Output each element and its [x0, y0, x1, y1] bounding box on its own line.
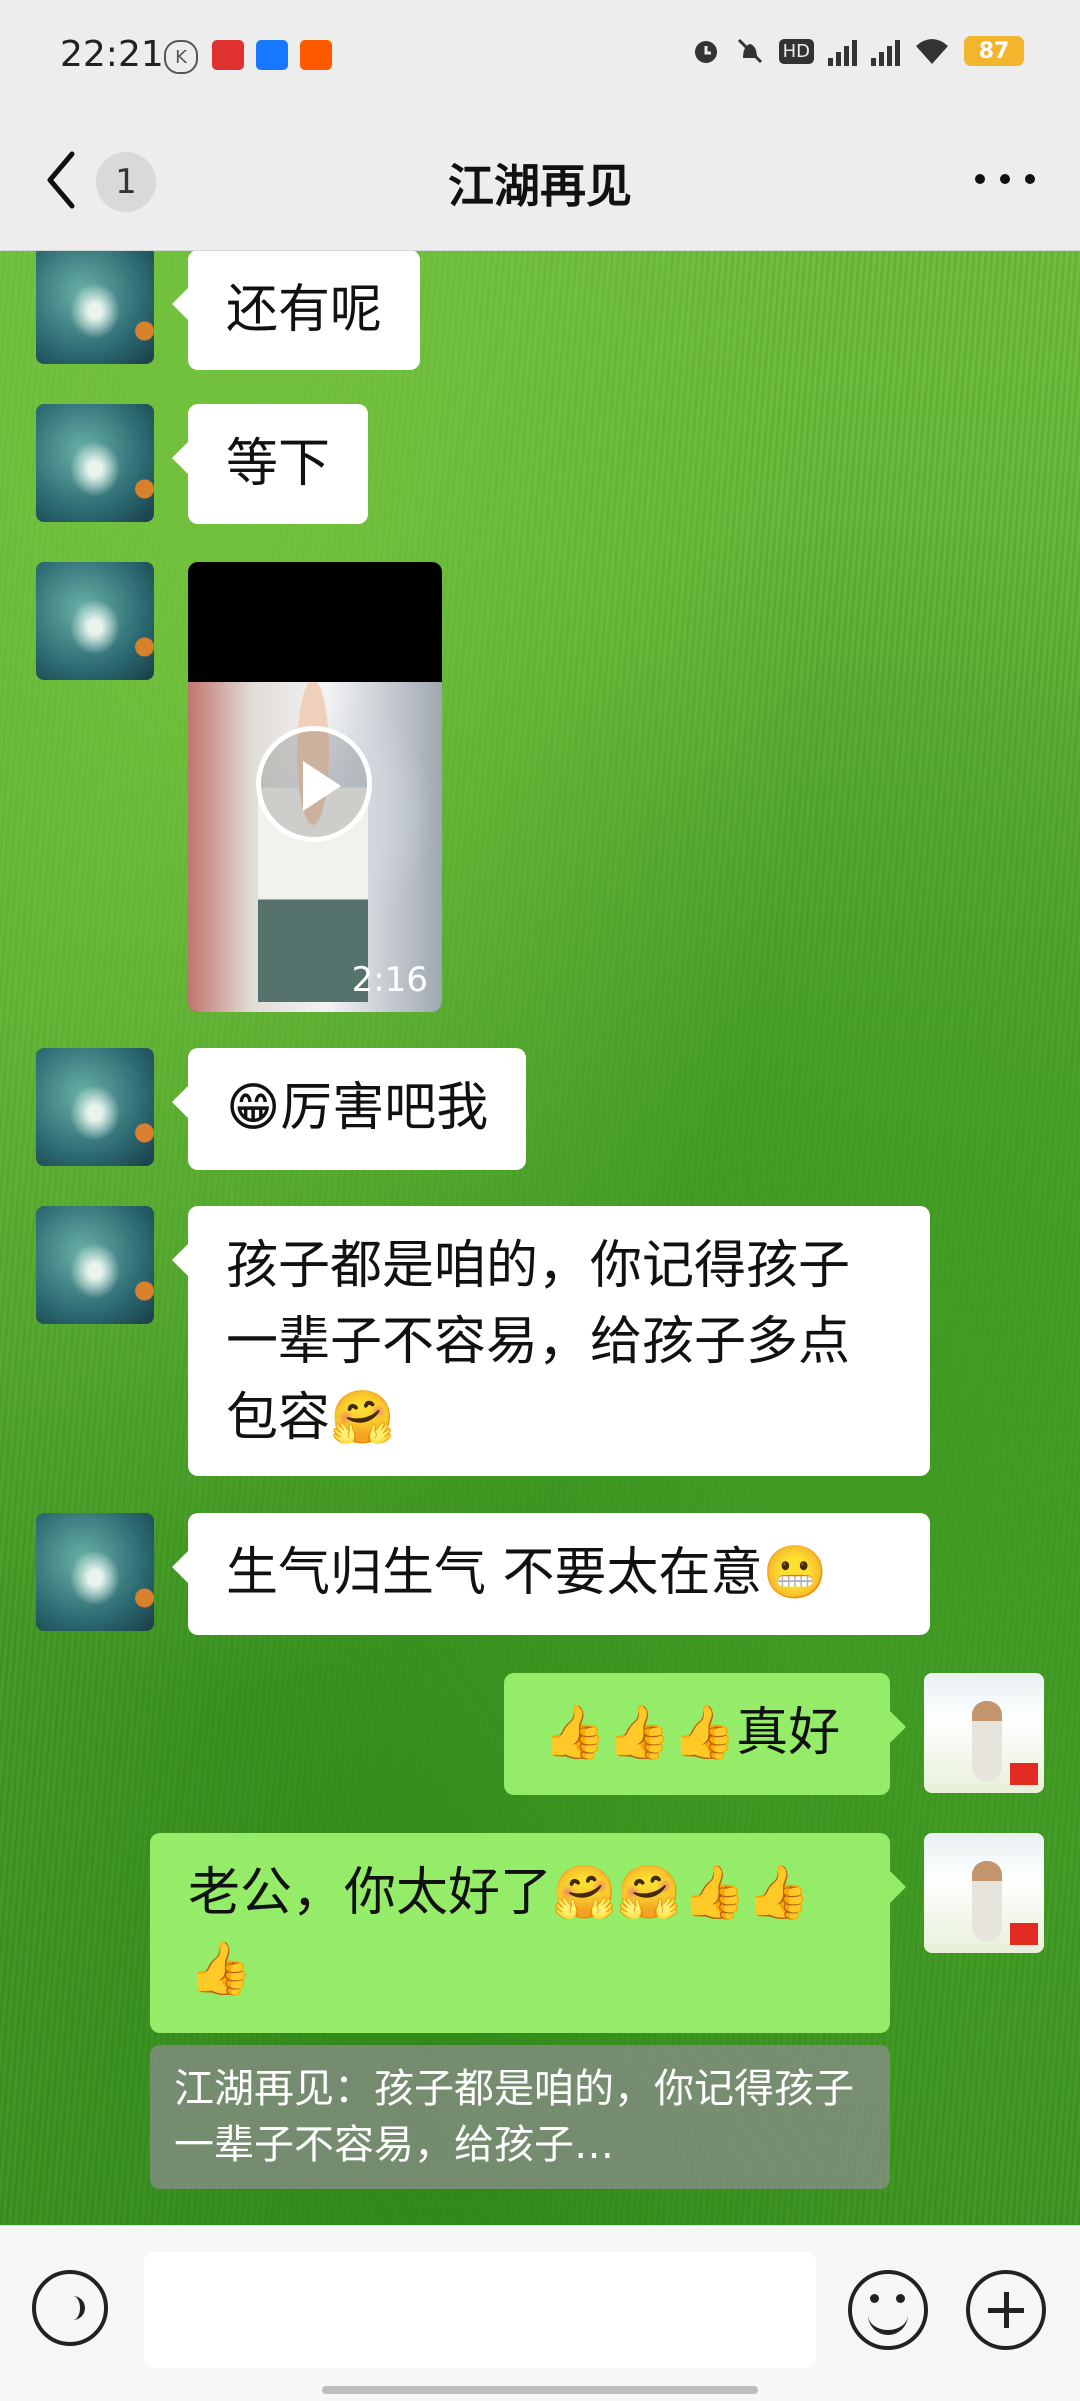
signal-5g-1-icon	[828, 36, 857, 66]
alipay-app-icon	[256, 40, 288, 70]
taobao-app-icon	[300, 40, 332, 70]
message-bubble[interactable]: 等下	[171, 404, 369, 524]
alarm-icon	[694, 41, 717, 63]
my-avatar[interactable]	[924, 1833, 1044, 1953]
message-bubble[interactable]: 孩子都是咱的，你记得孩子一辈子不容易，给孩子多点包容🤗	[172, 1206, 930, 1476]
emoji-icon[interactable]	[848, 2270, 928, 2350]
message-input[interactable]	[144, 2252, 816, 2368]
chat-title: 江湖再见	[448, 159, 632, 213]
plus-icon[interactable]	[966, 2270, 1046, 2350]
battery-icon: 87	[964, 36, 1024, 66]
toutiao-app-icon	[212, 40, 244, 70]
video-duration: 2:16	[351, 960, 428, 1000]
k-app-icon: K	[164, 40, 198, 74]
voice-input-icon[interactable]	[32, 2270, 108, 2346]
chat-message-list[interactable]: 还有呢 等下 2:16 😁厉害吧我 孩子都是咱的，你记得孩子一辈子不容易，给孩子…	[0, 251, 1080, 2225]
wifi-icon	[916, 39, 948, 64]
message-bubble[interactable]: 生气归生气 不要太在意😬	[172, 1513, 930, 1635]
hd-icon: HD	[778, 38, 814, 64]
message-bubble[interactable]: 还有呢	[171, 251, 421, 370]
contact-avatar[interactable]	[36, 404, 154, 522]
contact-avatar[interactable]	[36, 1048, 154, 1166]
message-bubble[interactable]: 😁厉害吧我	[171, 1048, 527, 1170]
contact-avatar[interactable]	[36, 1206, 154, 1324]
status-bar: 22:21 K HD 87	[0, 0, 1080, 110]
video-message[interactable]: 2:16	[188, 562, 442, 1012]
status-indicators: HD 87	[691, 36, 1024, 66]
more-options-icon[interactable]	[970, 164, 1040, 194]
contact-avatar[interactable]	[36, 562, 154, 680]
contact-avatar[interactable]	[36, 251, 154, 364]
my-avatar[interactable]	[924, 1673, 1044, 1793]
chat-header: 1 江湖再见	[0, 110, 1080, 251]
message-bubble[interactable]: 👍👍👍真好	[504, 1673, 906, 1795]
message-bubble[interactable]: 老公，你太好了🤗🤗👍👍👍	[150, 1833, 906, 2033]
play-icon[interactable]	[256, 726, 372, 842]
status-time: 22:21	[60, 34, 164, 75]
home-indicator[interactable]	[322, 2386, 758, 2394]
mute-bell-icon	[737, 38, 762, 64]
signal-5g-2-icon	[871, 36, 900, 66]
quoted-reply[interactable]: 江湖再见：孩子都是咱的，你记得孩子一辈子不容易，给孩子…	[150, 2045, 890, 2189]
contact-avatar[interactable]	[36, 1513, 154, 1631]
input-bar	[0, 2225, 1080, 2401]
